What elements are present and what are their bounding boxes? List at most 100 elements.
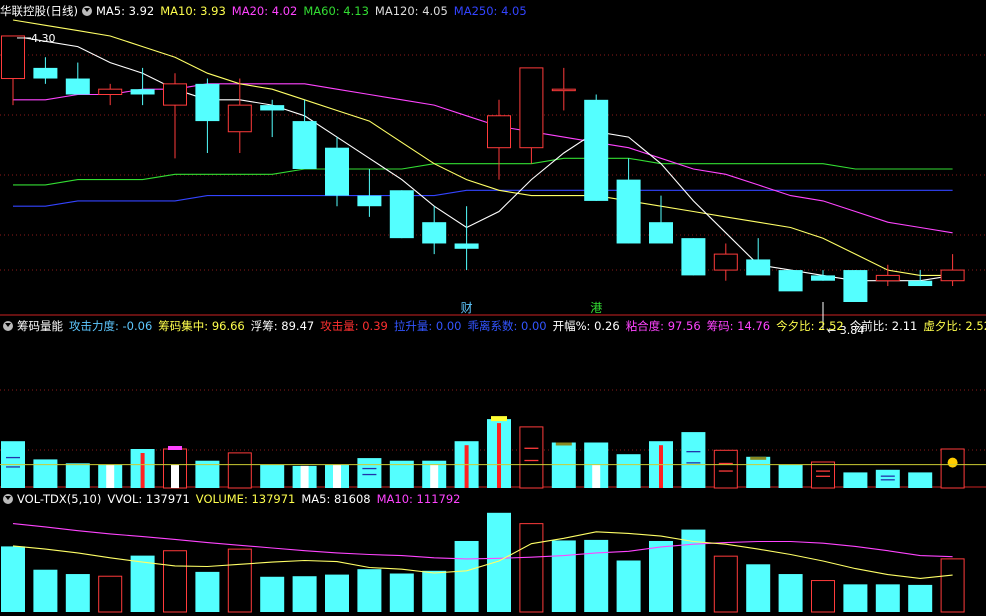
candle-body [746, 259, 771, 276]
vol-panel-title[interactable]: VOL-TDX(5,10) [17, 492, 101, 506]
volume-bar [454, 540, 479, 612]
chip-attack-mark [464, 445, 469, 488]
menu-toggle-icon[interactable] [81, 6, 92, 16]
volume-bar [357, 569, 382, 612]
vol-ma10-line [12, 523, 953, 560]
chip-float-mark [106, 464, 115, 488]
chip-panel-title[interactable]: 筹码量能 [17, 319, 63, 333]
chip-stat: 粘合度: 97.56 [625, 319, 701, 333]
chip-bar [908, 472, 933, 488]
vol-ma5-label: MA5: 81608 [301, 492, 371, 506]
candle-body [487, 115, 511, 149]
chip-stat: 攻击量: 0.39 [320, 319, 388, 333]
volume-bar [616, 560, 641, 612]
candle-body [713, 253, 738, 271]
high-price-marker: 4.30 [31, 32, 56, 45]
chip-bar [746, 456, 771, 488]
vol-panel-header: VOL-TDX(5,10) VVOL: 137971 VOLUME: 137971 M… [0, 490, 986, 508]
chip-bar [616, 454, 641, 488]
volume-bar [98, 575, 123, 613]
panel-toggle-icon[interactable] [3, 494, 13, 504]
candle-body [292, 121, 317, 169]
candle-body [616, 179, 641, 244]
chip-float-mark [333, 464, 341, 488]
chip-bar [551, 442, 576, 488]
ma120-label: MA120: 4.05 [374, 4, 448, 18]
volume-bar [908, 584, 933, 612]
ma5-label: MA5: 3.92 [95, 4, 155, 18]
ma250-line [13, 189, 953, 207]
volume-bar [649, 540, 673, 612]
chip-bar [778, 464, 803, 488]
vol-ma10-label: MA10: 111792 [376, 492, 461, 506]
volume-label: VOLUME: 137971 [195, 492, 296, 506]
chip-float-mark [592, 464, 601, 488]
candle-body [519, 67, 544, 149]
candle-body [940, 269, 965, 282]
candle-body [551, 88, 576, 92]
candle-body [454, 243, 479, 249]
candle-body [357, 195, 382, 207]
candle-body [422, 222, 447, 244]
candle-body [843, 270, 868, 302]
chip-stat: 虚夕比: 2.52 [923, 319, 986, 333]
candle-body [908, 280, 933, 287]
chip-bar [65, 463, 90, 488]
volume-bar [422, 570, 447, 612]
ma5-line [12, 35, 953, 282]
event-tag-cai: 财 [461, 301, 473, 315]
chip-panel-header: 筹码量能 攻击力度: -0.06 筹码集中: 96.66 浮筹: 89.47 攻击量: … [0, 317, 986, 335]
ma10-label: MA10: 3.93 [160, 4, 226, 18]
chip-stat: 攻击力度: -0.06 [69, 319, 153, 333]
volume-bar [843, 584, 868, 612]
chip-peak-mark [168, 446, 182, 450]
volume-bar [875, 584, 900, 612]
candle-body [875, 274, 900, 282]
volume-bar [260, 576, 285, 612]
chip-float-mark [300, 465, 309, 488]
candle-body [584, 99, 609, 201]
chip-bar [357, 458, 382, 488]
volume-bar [292, 576, 317, 612]
chip-bar [33, 459, 58, 488]
chip-dot-mark [947, 457, 958, 468]
candle-body [33, 67, 58, 79]
stock-name[interactable]: 华联控股 [0, 4, 46, 18]
stock-chart-window: 4.30 ← 3.84 财港 华联控股(日线) MA5: 3.92 MA10: 3.93… [0, 0, 986, 616]
chip-stat: 筹码: 14.76 [706, 319, 771, 333]
candle-body [195, 83, 220, 122]
volume-bar [713, 555, 738, 613]
panel-toggle-icon[interactable] [3, 321, 13, 331]
candle-body [65, 78, 90, 95]
candle-body [778, 270, 803, 292]
volume-bar [1, 546, 25, 612]
chip-stat: 今夕比: 2.52 [776, 319, 844, 333]
chip-attack-mark [140, 453, 145, 488]
candle-body [649, 222, 673, 244]
chip-stat: 乖离系数: 0.00 [467, 319, 547, 333]
ma60-line [13, 157, 953, 186]
volume-bar [778, 574, 803, 612]
chip-attack-mark [497, 423, 501, 488]
volume-bar [519, 523, 544, 613]
candle-body [389, 190, 414, 239]
chip-bar [681, 432, 706, 488]
candle-body [227, 104, 252, 133]
volume-bar [940, 558, 965, 613]
chip-float-mark [171, 464, 179, 488]
event-tag-gang: 港 [590, 301, 602, 315]
chip-stat: 开幅%: 0.26 [552, 319, 620, 333]
volume-bar [325, 574, 349, 612]
volume-bar [33, 569, 58, 612]
candle-body [1, 35, 25, 80]
chip-bar [260, 464, 285, 488]
ma250-label: MA250: 4.05 [453, 4, 527, 18]
chip-bar [843, 472, 868, 488]
chip-olive-mark [555, 442, 572, 446]
volume-bar [746, 564, 771, 612]
volume-bar [487, 512, 511, 612]
candle-body [130, 89, 155, 95]
chip-bar [227, 452, 252, 489]
vvol-label: VVOL: 137971 [107, 492, 190, 506]
chart-canvas[interactable]: 4.30← 3.84财港 [0, 0, 986, 616]
